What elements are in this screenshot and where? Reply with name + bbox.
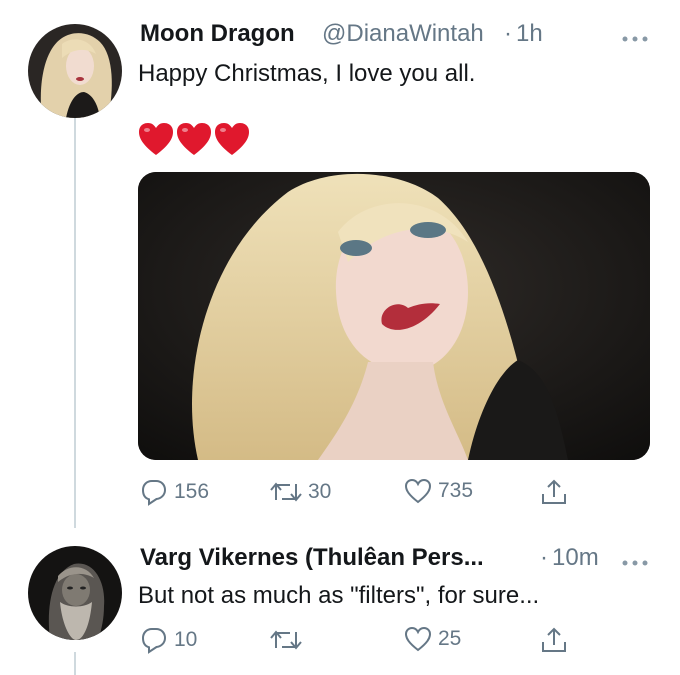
heart-emoji [139,123,249,155]
tweet-emoji-line: ❤️❤️❤️ [138,122,252,158]
reply-action[interactable]: 156 [140,478,209,506]
display-name[interactable]: Varg Vikernes (Thulêan Pers... [140,544,484,572]
reply-action[interactable]: 10 [140,626,197,654]
like-count: 735 [438,479,474,502]
tweet-media-photo[interactable] [138,172,650,460]
tweet-text: Happy Christmas, I love you all. [138,60,476,87]
tweet[interactable]: Moon Dragon @DianaWintah · 1h Happy Chri… [0,0,680,525]
share-icon [542,627,566,652]
heart-emoji-group [139,123,249,155]
reply-icon [141,628,167,654]
like-action[interactable]: 25 [404,626,461,652]
separator-dot: · [540,544,548,571]
more-horizontal-icon[interactable] [622,30,648,48]
reply-icon [141,480,167,506]
separator-dot: · [504,20,512,47]
photo-image [138,172,650,460]
heart-icon [404,626,432,652]
avatar-image [28,546,122,640]
avatar[interactable] [28,546,122,640]
reply-count: 10 [174,628,198,651]
retweet-icon [270,482,302,502]
like-count: 25 [438,627,462,650]
share-action[interactable] [540,626,568,654]
share-action[interactable] [540,478,568,506]
like-action[interactable]: 735 [404,478,473,504]
timestamp[interactable]: 1h [516,20,543,48]
heart-icon [404,478,432,504]
share-icon [542,479,566,504]
retweet-count: 30 [308,480,332,503]
timestamp[interactable]: 10m [552,544,599,572]
retweet-icon [270,630,302,650]
retweet-action[interactable] [270,626,308,654]
avatar-image [28,24,122,118]
avatar[interactable] [28,24,122,118]
tweet[interactable]: Varg Vikernes (Thulêan Pers... · 10m But… [0,530,680,675]
display-name[interactable]: Moon Dragon [140,20,295,48]
tweet-text: But not as much as "filters", for sure..… [138,582,540,609]
retweet-action[interactable]: 30 [270,478,331,506]
more-horizontal-icon[interactable] [622,554,648,572]
user-handle[interactable]: @DianaWintah [322,20,484,48]
reply-count: 156 [174,480,210,503]
